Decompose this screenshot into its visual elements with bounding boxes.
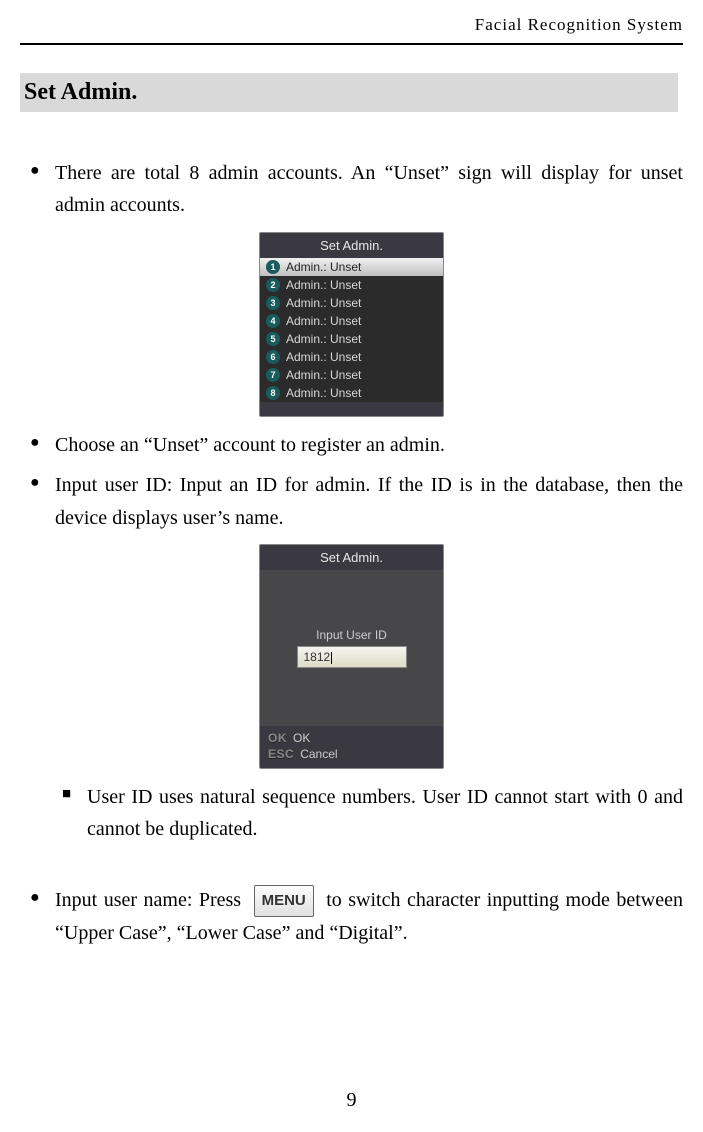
row-number-icon: 1 xyxy=(266,260,280,274)
page-header: Facial Recognition System xyxy=(20,15,683,45)
admin-row[interactable]: 4 Admin.: Unset xyxy=(260,312,443,330)
admin-row[interactable]: 6 Admin.: Unset xyxy=(260,348,443,366)
input-value: 1812 xyxy=(304,650,331,664)
row-label: Admin.: Unset xyxy=(286,386,361,400)
menu-key-icon: MENU xyxy=(254,885,314,917)
device1-title: Set Admin. xyxy=(260,233,443,258)
ok-label: OK xyxy=(293,731,310,745)
cancel-label: Cancel xyxy=(300,747,337,761)
bullet-choose-unset: Choose an “Unset” account to register an… xyxy=(55,429,683,461)
bullet-input-user-id: Input user ID: Input an ID for admin. If… xyxy=(55,469,683,534)
bullet-input-user-name: Input user name: Press MENU to switch ch… xyxy=(55,884,683,950)
figure-admin-list: Set Admin. 1 Admin.: Unset 2 Admin.: Uns… xyxy=(20,232,683,417)
row-number-icon: 8 xyxy=(266,386,280,400)
row-label: Admin.: Unset xyxy=(286,368,361,382)
text-cursor-icon xyxy=(331,652,332,664)
input-user-id-field[interactable]: 1812 xyxy=(297,646,407,668)
esc-key-icon: ESC xyxy=(268,747,294,761)
row-number-icon: 2 xyxy=(266,278,280,292)
device2-footer: OK OK ESC Cancel xyxy=(260,726,443,768)
row-label: Admin.: Unset xyxy=(286,278,361,292)
page-number: 9 xyxy=(0,1089,703,1112)
row-number-icon: 6 xyxy=(266,350,280,364)
admin-row[interactable]: 7 Admin.: Unset xyxy=(260,366,443,384)
bullet-accounts: There are total 8 admin accounts. An “Un… xyxy=(55,157,683,222)
row-number-icon: 7 xyxy=(266,368,280,382)
admin-row[interactable]: 2 Admin.: Unset xyxy=(260,276,443,294)
admin-row[interactable]: 5 Admin.: Unset xyxy=(260,330,443,348)
row-label: Admin.: Unset xyxy=(286,350,361,364)
row-number-icon: 3 xyxy=(266,296,280,310)
ok-key-icon: OK xyxy=(268,731,287,745)
section-title: Set Admin. xyxy=(20,73,678,112)
figure-input-user-id: Set Admin. Input User ID 1812 OK OK ESC … xyxy=(20,544,683,769)
admin-row[interactable]: 8 Admin.: Unset xyxy=(260,384,443,402)
input-user-id-label: Input User ID xyxy=(316,628,387,642)
b4-pre: Input user name: Press xyxy=(55,889,248,911)
admin-row[interactable]: 3 Admin.: Unset xyxy=(260,294,443,312)
sub-bullet-user-id-rules: User ID uses natural sequence numbers. U… xyxy=(87,781,683,846)
device-screen-input-id: Set Admin. Input User ID 1812 OK OK ESC … xyxy=(259,544,444,769)
row-number-icon: 5 xyxy=(266,332,280,346)
row-label: Admin.: Unset xyxy=(286,260,361,274)
device-screen-admin-list: Set Admin. 1 Admin.: Unset 2 Admin.: Uns… xyxy=(259,232,444,417)
admin-row[interactable]: 1 Admin.: Unset xyxy=(260,258,443,276)
device1-footer xyxy=(260,402,443,416)
row-label: Admin.: Unset xyxy=(286,296,361,310)
row-number-icon: 4 xyxy=(266,314,280,328)
row-label: Admin.: Unset xyxy=(286,314,361,328)
row-label: Admin.: Unset xyxy=(286,332,361,346)
device2-title: Set Admin. xyxy=(260,545,443,570)
